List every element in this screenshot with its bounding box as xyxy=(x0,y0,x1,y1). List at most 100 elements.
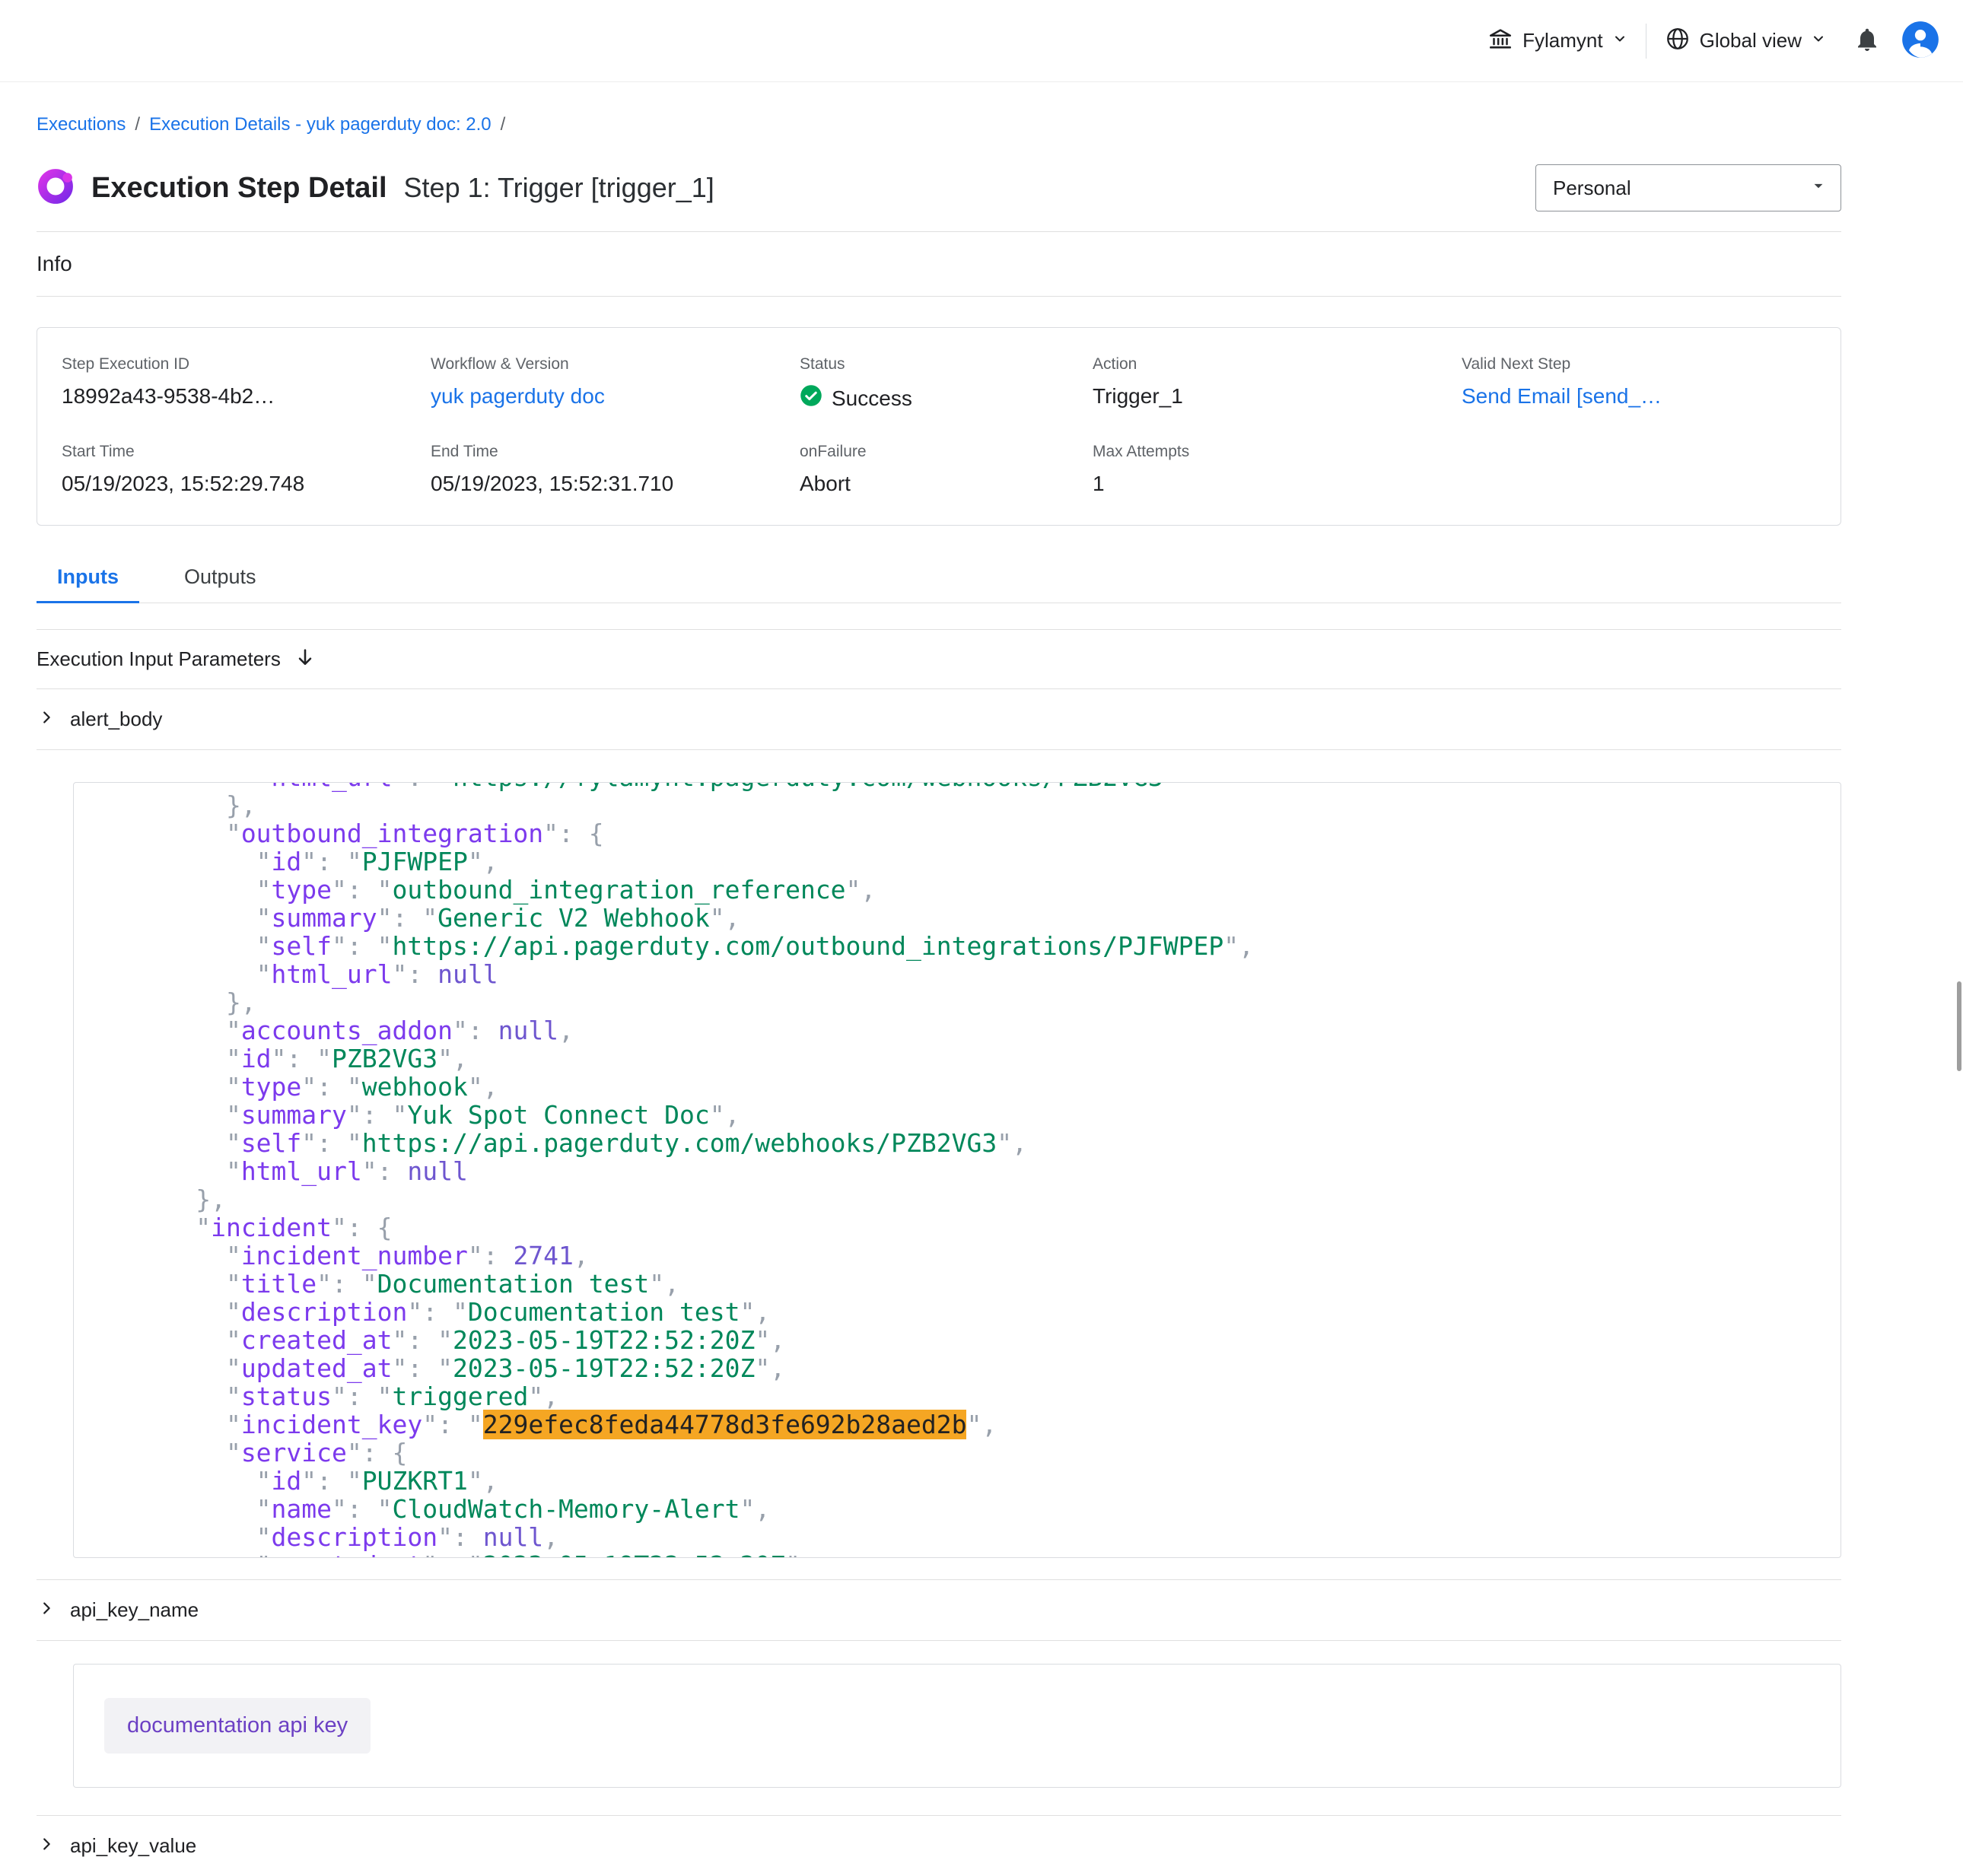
field-label: End Time xyxy=(431,443,800,461)
code-line: "type": "webhook", xyxy=(105,1073,1841,1101)
field-onfailure: onFailure Abort xyxy=(800,443,1093,496)
divider xyxy=(37,296,1841,297)
code-line: "service": { xyxy=(105,1439,1841,1467)
api-key-name-value-box: documentation api key xyxy=(73,1664,1841,1788)
param-row-alert-body[interactable]: alert_body xyxy=(37,689,1841,750)
code-line: "description": null, xyxy=(105,1523,1841,1551)
code-line: "description": "Documentation test", xyxy=(105,1298,1841,1326)
field-value: Abort xyxy=(800,472,1093,496)
breadcrumb: Executions / Execution Details - yuk pag… xyxy=(37,82,1841,135)
execution-logo-icon xyxy=(37,167,75,209)
workflow-link[interactable]: yuk pagerduty doc xyxy=(431,384,800,409)
chevron-down-icon xyxy=(1811,31,1826,50)
scope-select-value: Personal xyxy=(1553,176,1631,200)
code-line: "updated_at": "2023-05-19T22:52:20Z", xyxy=(105,1354,1841,1382)
chevron-right-icon xyxy=(38,1598,55,1622)
api-key-chip[interactable]: documentation api key xyxy=(104,1698,371,1754)
page-title: Execution Step Detail xyxy=(91,172,387,205)
param-name: alert_body xyxy=(70,707,162,731)
scope-select[interactable]: Personal xyxy=(1535,164,1841,211)
breadcrumb-execution-details[interactable]: Execution Details - yuk pagerduty doc: 2… xyxy=(149,114,492,135)
info-section-title: Info xyxy=(37,232,1841,296)
code-line: "incident": { xyxy=(105,1213,1841,1242)
field-value: Trigger_1 xyxy=(1093,384,1462,409)
code-line: "id": "PJFWPEP", xyxy=(105,847,1841,876)
caret-down-icon xyxy=(1809,176,1828,201)
code-line: "title": "Documentation test", xyxy=(105,1270,1841,1298)
breadcrumb-executions[interactable]: Executions xyxy=(37,114,126,135)
field-label: Max Attempts xyxy=(1093,443,1462,461)
code-line: "self": "https://api.pagerduty.com/outbo… xyxy=(105,932,1841,960)
tab-inputs[interactable]: Inputs xyxy=(37,559,139,603)
field-label: Action xyxy=(1093,355,1462,374)
globe-icon xyxy=(1665,26,1691,56)
field-label: Step Execution ID xyxy=(62,355,431,374)
info-card: Step Execution ID 18992a43-9538-4b2… Wor… xyxy=(37,327,1841,526)
code-line: "outbound_integration": { xyxy=(105,819,1841,847)
code-line: "html_url": null xyxy=(105,1157,1841,1185)
code-line: "summary": "Yuk Spot Connect Doc", xyxy=(105,1101,1841,1129)
code-line: "status": "triggered", xyxy=(105,1382,1841,1410)
code-line: }, xyxy=(105,791,1841,819)
field-value: 05/19/2023, 15:52:31.710 xyxy=(431,472,800,496)
execution-input-parameters-header: Execution Input Parameters xyxy=(37,629,1841,689)
code-line: "summary": "Generic V2 Webhook", xyxy=(105,904,1841,932)
code-line: "created_at": "2023-05-19T22:52:20Z", xyxy=(105,1551,1841,1558)
org-name: Fylamynt xyxy=(1522,29,1602,52)
param-row-api-key-value[interactable]: api_key_value xyxy=(37,1815,1841,1876)
code-line: "self": "https://api.pagerduty.com/webho… xyxy=(105,1129,1841,1157)
param-row-api-key-name[interactable]: api_key_name xyxy=(37,1579,1841,1641)
chevron-right-icon xyxy=(38,707,55,731)
field-step-execution-id: Step Execution ID 18992a43-9538-4b2… xyxy=(62,355,431,412)
title-row: Execution Step Detail Step 1: Trigger [t… xyxy=(37,164,1841,211)
chevron-down-icon xyxy=(1612,31,1627,50)
param-name: api_key_name xyxy=(70,1598,199,1622)
section-title: Execution Input Parameters xyxy=(37,647,281,671)
field-label: Status xyxy=(800,355,1093,374)
code-line: "html_url": "https://fylamynt.pagerduty.… xyxy=(105,782,1841,791)
code-content: "html_url": "https://fylamynt.pagerduty.… xyxy=(74,782,1841,1558)
field-start-time: Start Time 05/19/2023, 15:52:29.748 xyxy=(62,443,431,496)
notifications-button[interactable] xyxy=(1853,26,1881,56)
topbar: Fylamynt Global view xyxy=(0,0,1963,82)
field-value: 05/19/2023, 15:52:29.748 xyxy=(62,472,431,496)
arrow-down-icon[interactable] xyxy=(294,647,316,672)
alert-body-json-viewer[interactable]: "html_url": "https://fylamynt.pagerduty.… xyxy=(73,782,1841,1558)
field-label: onFailure xyxy=(800,443,1093,461)
field-value: 18992a43-9538-4b2… xyxy=(62,384,431,409)
breadcrumb-separator: / xyxy=(501,114,506,135)
page-subtitle: Step 1: Trigger [trigger_1] xyxy=(404,172,714,204)
status-text: Success xyxy=(832,386,912,411)
code-line: "accounts_addon": null, xyxy=(105,1016,1841,1045)
chevron-right-icon xyxy=(38,1834,55,1858)
field-value: 1 xyxy=(1093,472,1462,496)
scrollbar-thumb[interactable] xyxy=(1957,981,1961,1071)
breadcrumb-separator: / xyxy=(135,114,140,135)
field-label: Workflow & Version xyxy=(431,355,800,374)
org-switcher[interactable]: Fylamynt xyxy=(1480,26,1634,56)
view-switcher[interactable]: Global view xyxy=(1657,26,1834,56)
code-line: "incident_number": 2741, xyxy=(105,1242,1841,1270)
code-line: "name": "CloudWatch-Memory-Alert", xyxy=(105,1495,1841,1523)
code-line: "id": "PUZKRT1", xyxy=(105,1467,1841,1495)
status-badge: Success xyxy=(800,384,1093,412)
field-label: Start Time xyxy=(62,443,431,461)
tab-outputs[interactable]: Outputs xyxy=(164,559,277,603)
account-button[interactable] xyxy=(1901,20,1940,62)
code-line: "type": "outbound_integration_reference"… xyxy=(105,876,1841,904)
field-status: Status Success xyxy=(800,355,1093,412)
bell-icon xyxy=(1853,26,1881,56)
field-valid-next-step: Valid Next Step Send Email [send_… xyxy=(1462,355,1816,412)
bank-icon xyxy=(1487,26,1513,56)
field-max-attempts: Max Attempts 1 xyxy=(1093,443,1462,496)
code-line: "created_at": "2023-05-19T22:52:20Z", xyxy=(105,1326,1841,1354)
field-label: Valid Next Step xyxy=(1462,355,1816,374)
field-end-time: End Time 05/19/2023, 15:52:31.710 xyxy=(431,443,800,496)
param-name: api_key_value xyxy=(70,1834,196,1858)
code-line: "html_url": null xyxy=(105,960,1841,988)
code-line: "id": "PZB2VG3", xyxy=(105,1045,1841,1073)
field-workflow-version: Workflow & Version yuk pagerduty doc xyxy=(431,355,800,412)
code-line: }, xyxy=(105,1185,1841,1213)
next-step-link[interactable]: Send Email [send_… xyxy=(1462,384,1816,409)
success-check-icon xyxy=(800,384,822,412)
